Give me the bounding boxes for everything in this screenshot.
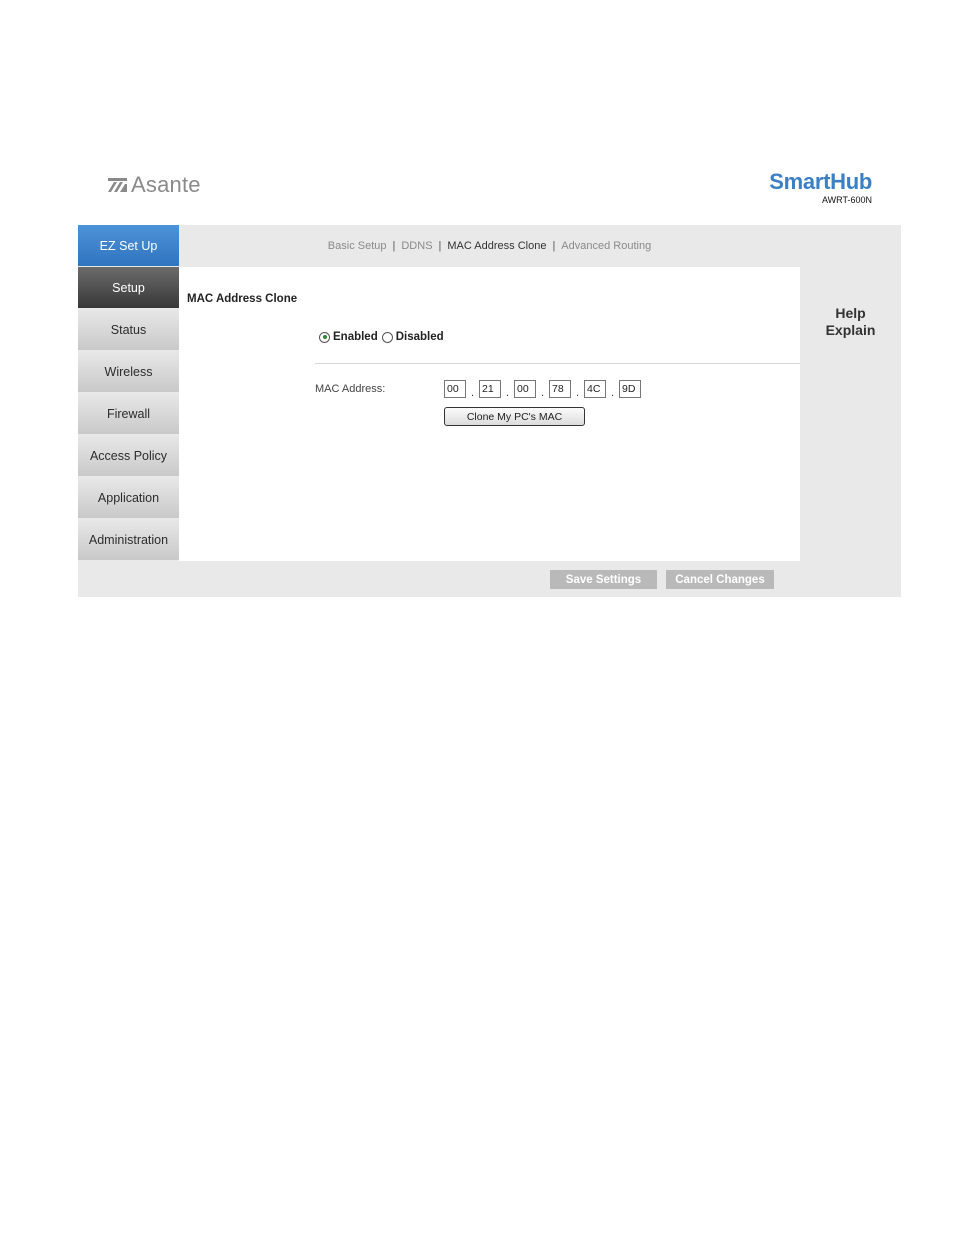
mac-octet-1-input[interactable]: 00 <box>444 380 466 398</box>
mac-octet-3-input[interactable]: 00 <box>514 380 536 398</box>
enabled-radio[interactable] <box>319 331 330 343</box>
mac-address-fields: 00 . 21 . 00 . 78 . 4C . 9D <box>444 380 641 399</box>
subnav-basic-setup[interactable]: Basic Setup <box>328 240 387 252</box>
disabled-radio[interactable] <box>381 331 393 343</box>
help-panel[interactable]: Help Explain <box>800 305 901 339</box>
subnav-separator: | <box>552 240 556 252</box>
nav-firewall[interactable]: Firewall <box>78 393 179 434</box>
mac-clone-toggle: Enabled Disabled <box>319 331 448 343</box>
mac-octet-6-input[interactable]: 9D <box>619 380 641 398</box>
subnav-separator: | <box>438 240 442 252</box>
nav-access-policy[interactable]: Access Policy <box>78 435 179 476</box>
brand-name: Asante <box>131 172 201 197</box>
mac-address-label: MAC Address: <box>315 383 386 395</box>
mac-separator: . <box>505 387 510 399</box>
product-name: SmartHub <box>769 169 872 194</box>
disabled-label: Disabled <box>395 331 444 343</box>
enabled-label: Enabled <box>333 331 378 343</box>
mac-octet-5-input[interactable]: 4C <box>584 380 606 398</box>
nav-administration[interactable]: Administration <box>78 519 179 560</box>
subnav-separator: | <box>392 240 396 252</box>
clone-mac-button[interactable]: Clone My PC's MAC <box>444 407 585 426</box>
asante-logo-icon <box>108 178 127 192</box>
nav-wireless[interactable]: Wireless <box>78 351 179 392</box>
mac-separator: . <box>470 387 475 399</box>
nav-application[interactable]: Application <box>78 477 179 518</box>
save-settings-button[interactable]: Save Settings <box>550 570 657 589</box>
mac-separator: . <box>540 387 545 399</box>
content-panel: MAC Address Clone Enabled Disabled MAC A… <box>179 267 800 561</box>
subnav-ddns[interactable]: DDNS <box>401 240 432 252</box>
product-model: AWRT-600N <box>821 195 872 205</box>
mac-octet-2-input[interactable]: 21 <box>479 380 501 398</box>
subnav-advanced-routing[interactable]: Advanced Routing <box>561 240 651 252</box>
nav-status[interactable]: Status <box>78 309 179 350</box>
nav-setup[interactable]: Setup <box>78 267 179 308</box>
mac-octet-4-input[interactable]: 78 <box>549 380 571 398</box>
nav-ez-setup[interactable]: EZ Set Up <box>78 225 179 266</box>
sub-navigation: Basic Setup | DDNS | MAC Address Clone |… <box>179 225 800 267</box>
divider <box>315 363 800 364</box>
mac-separator: . <box>610 387 615 399</box>
asante-logo: Asante <box>108 172 201 198</box>
sidebar-nav: EZ Set Up Setup Status Wireless Firewall… <box>78 225 179 561</box>
help-title: Help <box>835 305 866 321</box>
product-logo: SmartHub AWRT-600N <box>766 169 872 206</box>
subnav-mac-address-clone[interactable]: MAC Address Clone <box>447 240 546 252</box>
help-explain: Explain <box>825 322 876 338</box>
mac-separator: . <box>575 387 580 399</box>
router-admin-panel: EZ Set Up Setup Status Wireless Firewall… <box>78 225 901 597</box>
cancel-changes-button[interactable]: Cancel Changes <box>666 570 774 589</box>
section-title: MAC Address Clone <box>187 293 298 305</box>
